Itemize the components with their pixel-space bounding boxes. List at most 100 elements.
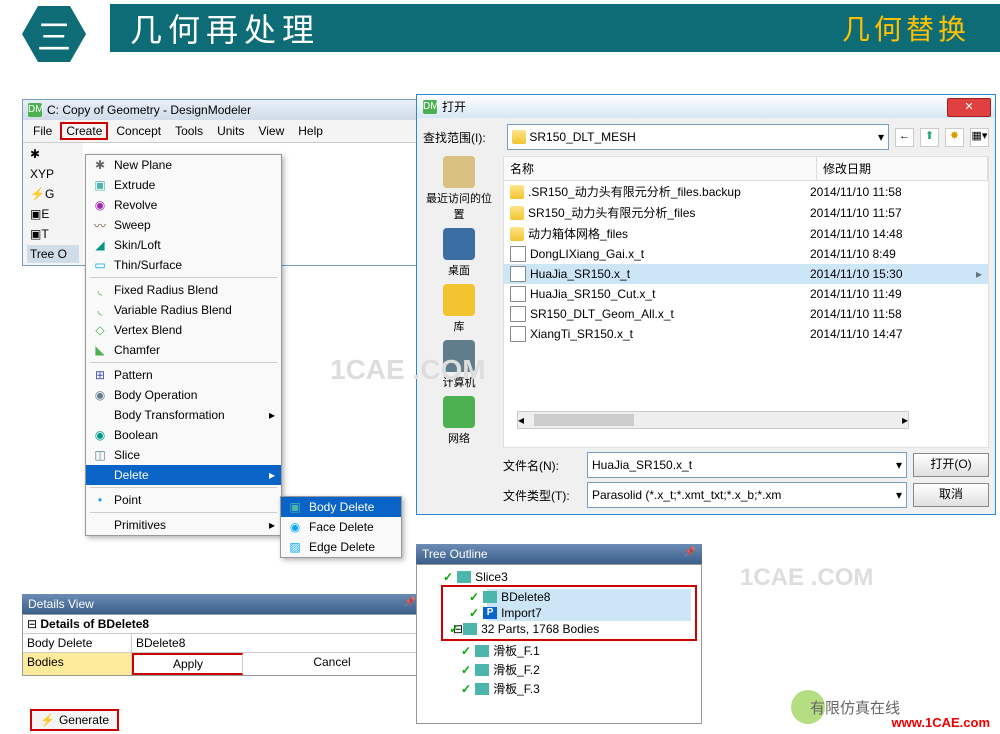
open-button[interactable]: 打开(O) [913, 453, 989, 477]
file-row[interactable]: HuaJia_SR150_Cut.x_t2014/11/10 11:49 [504, 284, 988, 304]
menu-item-primitives[interactable]: Primitives▸ [86, 515, 281, 535]
back-button[interactable]: ← [895, 128, 914, 147]
menu-file[interactable]: File [27, 122, 58, 140]
menu-item-thin/surface[interactable]: ▭Thin/Surface [86, 255, 281, 275]
file-row[interactable]: SR150_动力头有限元分析_files2014/11/10 11:57 [504, 202, 988, 223]
toolbar-item[interactable]: ✱ [27, 145, 79, 163]
tree-item[interactable]: ✓PImport7 [487, 605, 691, 621]
toolbar-item[interactable]: ⚡G [27, 185, 79, 203]
file-row[interactable]: SR150_DLT_Geom_All.x_t2014/11/10 11:58 [504, 304, 988, 324]
submenu-item-body-delete[interactable]: ▣Body Delete [281, 497, 401, 517]
menu-icon: ◢ [92, 237, 108, 253]
header-title: 几何再处理 [130, 5, 320, 51]
submenu-item-face-delete[interactable]: ◉Face Delete [281, 517, 401, 537]
menu-item-body-operation[interactable]: ◉Body Operation [86, 385, 281, 405]
menu-item-slice[interactable]: ◫Slice [86, 445, 281, 465]
menu-units[interactable]: Units [211, 122, 250, 140]
file-icon [510, 306, 526, 322]
filename-input[interactable]: HuaJia_SR150.x_t▾ [587, 452, 907, 478]
menu-item-extrude[interactable]: ▣Extrude [86, 175, 281, 195]
menu-item-revolve[interactable]: ◉Revolve [86, 195, 281, 215]
menu-item-vertex-blend[interactable]: ◇Vertex Blend [86, 320, 281, 340]
menu-item-chamfer[interactable]: ◣Chamfer [86, 340, 281, 360]
filename-label: 文件名(N): [503, 457, 581, 474]
place-网络[interactable]: 网络 [443, 396, 475, 446]
menu-icon: ▨ [287, 539, 303, 555]
menu-item-delete[interactable]: Delete▸ [86, 465, 281, 485]
menu-item-sweep[interactable]: 〰Sweep [86, 215, 281, 235]
file-row[interactable]: HuaJia_SR150.x_t2014/11/10 15:30▸ [504, 264, 988, 284]
tree-item[interactable]: ⊟✓32 Parts, 1768 Bodies [487, 621, 691, 637]
close-button[interactable]: ✕ [947, 98, 991, 117]
tree-item[interactable]: ✓滑板_F.1 [479, 641, 697, 660]
pin-icon[interactable]: 📌 [684, 547, 696, 558]
column-date[interactable]: 修改日期 [817, 157, 988, 180]
menubar: FileCreateConceptToolsUnitsViewHelp [23, 120, 423, 143]
create-menu-dropdown: ✱New Plane▣Extrude◉Revolve〰Sweep◢Skin/Lo… [85, 154, 282, 536]
toolbar-item[interactable]: ▣E [27, 205, 79, 223]
header-bar: 几何再处理 几何替换 [110, 4, 1000, 52]
menu-item-pattern[interactable]: ⊞Pattern [86, 365, 281, 385]
dialog-cancel-button[interactable]: 取消 [913, 483, 989, 507]
section-number: 三 [22, 6, 86, 62]
place-库[interactable]: 库 [443, 284, 475, 334]
window-title: C: Copy of Geometry - DesignModeler [47, 103, 251, 117]
generate-button[interactable]: ⚡ Generate [30, 709, 119, 731]
place-icon [443, 340, 475, 372]
menu-help[interactable]: Help [292, 122, 329, 140]
tree-item[interactable]: ✓Slice3 [461, 569, 697, 585]
toolbar-item[interactable]: XYP [27, 165, 79, 183]
pin-icon[interactable]: 📌 [404, 597, 416, 611]
node-icon: P [483, 607, 497, 619]
place-桌面[interactable]: 桌面 [443, 228, 475, 278]
tree-item[interactable]: ✓BDelete8 [487, 589, 691, 605]
place-最近访问的位置[interactable]: 最近访问的位置 [423, 156, 495, 222]
places-bar: 最近访问的位置桌面库计算机网络 [423, 156, 495, 508]
window-titlebar: DM C: Copy of Geometry - DesignModeler [23, 100, 423, 120]
new-folder-button[interactable]: ✸ [945, 128, 964, 147]
view-menu-button[interactable]: ▦▾ [970, 128, 989, 147]
menu-item-point[interactable]: •Point [86, 490, 281, 510]
menu-item-fixed-radius-blend[interactable]: ◟Fixed Radius Blend [86, 280, 281, 300]
menu-tools[interactable]: Tools [169, 122, 209, 140]
file-row[interactable]: 动力箱体网格_files2014/11/10 14:48 [504, 223, 988, 244]
submenu-arrow-icon: ▸ [269, 518, 275, 532]
tree-item[interactable]: ✓滑板_F.3 [479, 679, 697, 698]
check-icon: ✓ [449, 622, 459, 636]
file-row[interactable]: XiangTi_SR150.x_t2014/11/10 14:47 [504, 324, 988, 344]
cancel-button[interactable]: Cancel [243, 653, 421, 675]
check-icon: ✓ [469, 606, 479, 620]
up-button[interactable]: ⬆ [920, 128, 939, 147]
header-subtitle: 几何替换 [842, 8, 970, 48]
apply-button[interactable]: Apply [132, 653, 243, 675]
menu-item-boolean[interactable]: ◉Boolean [86, 425, 281, 445]
column-name[interactable]: 名称 [504, 157, 817, 180]
horizontal-scrollbar[interactable]: ◂▸ [517, 411, 909, 429]
filetype-label: 文件类型(T): [503, 487, 581, 504]
menu-item-skin/loft[interactable]: ◢Skin/Loft [86, 235, 281, 255]
file-row[interactable]: .SR150_动力头有限元分析_files.backup2014/11/10 1… [504, 181, 988, 202]
place-icon [443, 156, 475, 188]
detail-key-bodies: Bodies [23, 653, 132, 675]
place-计算机[interactable]: 计算机 [443, 340, 476, 390]
menu-item-body-transformation[interactable]: Body Transformation▸ [86, 405, 281, 425]
menu-view[interactable]: View [252, 122, 290, 140]
detail-key: Body Delete [23, 634, 132, 652]
tree-header: Tree Outline📌 [416, 544, 702, 564]
submenu-item-edge-delete[interactable]: ▨Edge Delete [281, 537, 401, 557]
menu-concept[interactable]: Concept [110, 122, 167, 140]
menu-icon: ◉ [92, 197, 108, 213]
tree-item[interactable]: ✓滑板_F.2 [479, 660, 697, 679]
menu-item-new-plane[interactable]: ✱New Plane [86, 155, 281, 175]
look-in-combo[interactable]: SR150_DLT_MESH ▾ [507, 124, 889, 150]
menu-icon: • [92, 492, 108, 508]
watermark: 1CAE .COM [740, 564, 873, 592]
file-row[interactable]: DongLIXiang_Gai.x_t2014/11/10 8:49 [504, 244, 988, 264]
toolbar-item[interactable]: ▣T [27, 225, 79, 243]
menu-icon: ◇ [92, 322, 108, 338]
menu-item-variable-radius-blend[interactable]: ◟Variable Radius Blend [86, 300, 281, 320]
menu-create[interactable]: Create [60, 122, 108, 140]
filetype-combo[interactable]: Parasolid (*.x_t;*.xmt_txt;*.x_b;*.xm▾ [587, 482, 907, 508]
menu-icon: ◉ [92, 427, 108, 443]
menu-icon: 〰 [92, 217, 108, 233]
